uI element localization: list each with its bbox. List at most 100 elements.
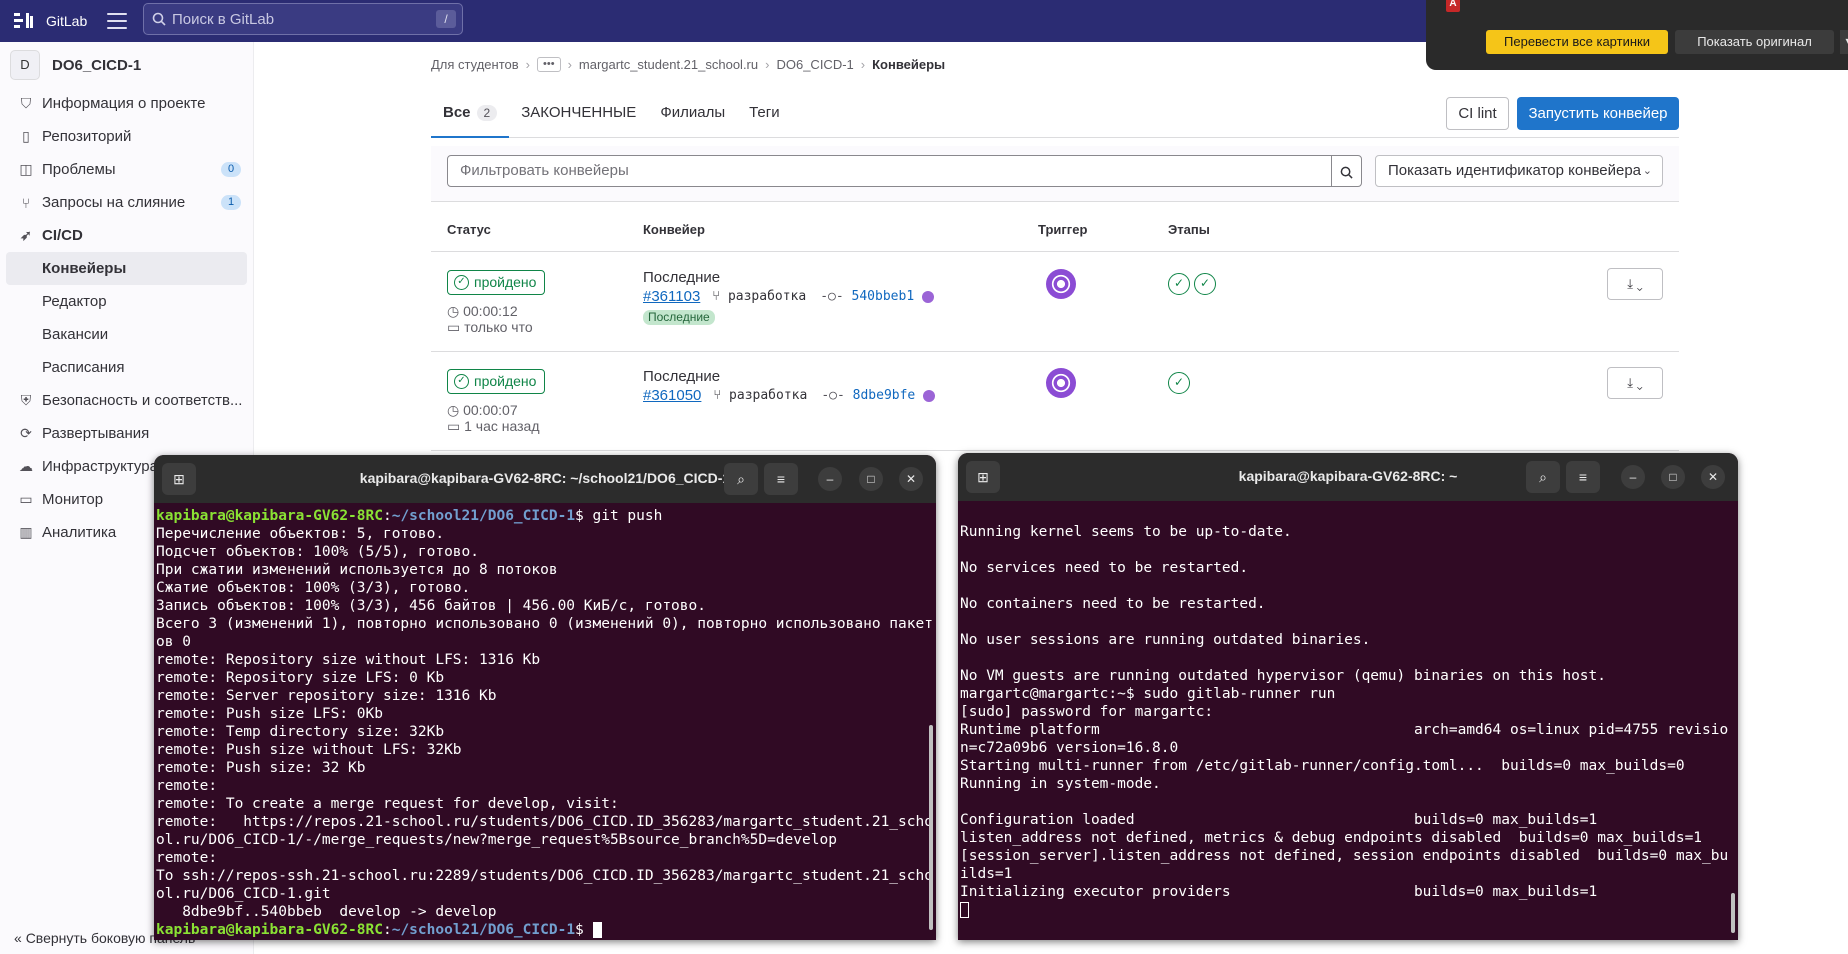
commit-sha[interactable]: -○- 8dbe9bfe (821, 388, 915, 403)
pipeline-duration: ◷ 00:00:12 (447, 303, 518, 319)
stage-passed-icon[interactable]: ✓ (1168, 273, 1190, 295)
breadcrumb-more-button[interactable]: ••• (537, 57, 561, 72)
menu-icon[interactable]: ≡ (1566, 461, 1600, 493)
terminal-window-right[interactable]: ⊞ kapibara@kapibara-GV62-8RC: ~ ⌕ ≡ – □ … (958, 453, 1738, 940)
sidebar-item-repository[interactable]: ▯ Репозиторий (0, 120, 253, 153)
project-header[interactable]: D DO6_CICD-1 (0, 43, 253, 87)
minimize-icon[interactable]: – (818, 467, 842, 491)
project-avatar: D (10, 50, 40, 80)
terminal-output-text: Перечисление объектов: 5, готово. Подсче… (156, 526, 933, 920)
terminal-titlebar[interactable]: ⊞ kapibara@kapibara-GV62-8RC: ~/school21… (154, 455, 936, 503)
pipeline-title[interactable]: Последние (643, 368, 720, 385)
tab-all[interactable]: Все 2 (431, 98, 510, 138)
merge-requests-count-badge: 1 (221, 195, 241, 210)
terminal-scrollbar[interactable] (929, 725, 933, 930)
sidebar-item-issues[interactable]: ◫ Проблемы 0 (0, 153, 253, 186)
latest-badge: Последние (643, 310, 715, 325)
status-badge[interactable]: ✓ пройдено (447, 369, 546, 394)
chevron-down-icon[interactable]: ▾ (1840, 30, 1848, 54)
breadcrumb-item[interactable]: Для студентов (431, 57, 519, 72)
terminal-cursor (592, 922, 602, 938)
pipeline-stages: ✓ ✓ (1168, 273, 1220, 295)
column-header-pipeline: Конвейер (643, 222, 705, 237)
clock-icon: ◷ (447, 402, 460, 418)
app-name: GitLab (46, 13, 88, 29)
menu-icon[interactable] (107, 13, 128, 29)
download-artifacts-button[interactable]: ⤓ ⌄ (1607, 268, 1663, 300)
infrastructure-icon: ☁ (19, 458, 33, 474)
pipeline-id-link[interactable]: #361103 (643, 288, 700, 305)
search-icon[interactable]: ⌕ (1526, 461, 1560, 493)
tab-finished[interactable]: ЗАКОНЧЕННЫЕ (509, 98, 648, 138)
terminal-titlebar[interactable]: ⊞ kapibara@kapibara-GV62-8RC: ~ ⌕ ≡ – □ … (958, 453, 1738, 501)
check-circle-icon: ✓ (454, 275, 469, 290)
menu-icon[interactable]: ≡ (764, 463, 798, 495)
branch-name[interactable]: ⑂ разработка (712, 289, 806, 304)
stage-passed-icon[interactable]: ✓ (1194, 273, 1216, 295)
check-circle-icon: ✓ (454, 374, 469, 389)
table-row: ✓ пройдено ◷ 00:00:07 ▭ 1 час назад После… (431, 352, 1679, 451)
shield-icon: ⛨ (20, 392, 32, 408)
sidebar-item-pipelines[interactable]: Конвейеры (6, 252, 247, 285)
breadcrumb-item[interactable]: DO6_CICD-1 (776, 57, 853, 72)
breadcrumb-item[interactable]: margartc_student.21_school.ru (579, 57, 758, 72)
sidebar-item-deployments[interactable]: ⟳ Развертывания (0, 417, 253, 450)
pipeline-id-dropdown[interactable]: Показать идентификатор конвейера ⌄ (1375, 155, 1663, 187)
chevrons-left-icon: « (14, 930, 22, 946)
trigger-avatar[interactable] (1046, 269, 1076, 299)
maximize-icon[interactable]: □ (1661, 465, 1685, 489)
terminal-scrollbar[interactable] (1731, 893, 1735, 933)
run-pipeline-button[interactable]: Запустить конвейер (1517, 97, 1679, 130)
trigger-avatar[interactable] (1046, 368, 1076, 398)
author-avatar[interactable] (923, 389, 936, 402)
sidebar-item-merge-requests[interactable]: ⑂ Запросы на слияние 1 (0, 186, 253, 219)
download-icon: ⤓ (1627, 375, 1633, 390)
terminal-output[interactable]: kapibara@kapibara-GV62-8RC:~/school21/DO… (154, 503, 936, 939)
sidebar-item-jobs[interactable]: Вакансии (0, 318, 253, 351)
ci-lint-button[interactable]: CI lint (1446, 97, 1509, 130)
branch-name[interactable]: ⑂ разработка (713, 388, 807, 403)
close-icon[interactable]: ✕ (1701, 465, 1725, 489)
breadcrumb: Для студентов › ••• › margartc_student.21_… (431, 57, 946, 72)
filter-pipelines-input[interactable]: Фильтровать конвейеры (447, 155, 1332, 187)
analytics-icon: ▥ (19, 524, 33, 540)
search-icon (152, 12, 166, 26)
commit-sha[interactable]: -○- 540bbeb1 (820, 289, 914, 304)
search-input[interactable]: Поиск в GitLab / (143, 3, 463, 35)
author-avatar[interactable] (922, 290, 935, 303)
pipeline-finished-time: ▭ только что (447, 319, 533, 335)
filter-search-button[interactable] (1331, 155, 1362, 187)
sidebar-item-project-info[interactable]: ⛉ Информация о проекте (0, 87, 253, 120)
pipeline-title[interactable]: Последние (643, 269, 720, 286)
pipeline-id-link[interactable]: #361050 (643, 387, 701, 404)
stage-passed-icon[interactable]: ✓ (1168, 372, 1190, 394)
branch-icon: ⑂ (712, 289, 721, 304)
chevron-down-icon: ⌄ (1636, 276, 1643, 291)
close-icon[interactable]: ✕ (899, 467, 923, 491)
show-original-button[interactable]: Показать оригинал (1675, 30, 1834, 54)
maximize-icon[interactable]: □ (859, 467, 883, 491)
translate-all-images-button[interactable]: Перевести все картинки (1486, 30, 1668, 54)
sidebar-item-cicd[interactable]: ➶ CI/CD (0, 219, 253, 252)
commit-icon: -○- (820, 289, 844, 304)
terminal-output[interactable]: Running kernel seems to be up-to-date. N… (958, 501, 1738, 919)
tab-tags[interactable]: Теги (737, 98, 792, 138)
breadcrumb-current[interactable]: Конвейеры (872, 57, 945, 72)
merge-request-icon: ⑂ (21, 194, 31, 211)
terminal-window-left[interactable]: ⊞ kapibara@kapibara-GV62-8RC: ~/school21… (154, 455, 936, 940)
status-badge[interactable]: ✓ пройдено (447, 270, 546, 295)
minimize-icon[interactable]: – (1621, 465, 1645, 489)
sidebar-item-schedules[interactable]: Расписания (0, 351, 253, 384)
project-name: DO6_CICD-1 (52, 56, 142, 74)
sidebar-item-security[interactable]: ⛨ Безопасность и соответств... (0, 384, 253, 417)
download-icon: ⤓ (1627, 276, 1633, 291)
sidebar-item-editor[interactable]: Редактор (0, 285, 253, 318)
search-icon (1340, 166, 1353, 179)
gitlab-logo[interactable]: GitLab (14, 11, 87, 31)
download-artifacts-button[interactable]: ⤓ ⌄ (1607, 367, 1663, 399)
gitlab-logo-icon (14, 13, 33, 28)
search-icon[interactable]: ⌕ (724, 463, 758, 495)
translator-badge-icon: A (1446, 0, 1460, 12)
tab-branches[interactable]: Филиалы (648, 98, 737, 138)
table-header: Статус Конвейер Триггер Этапы (431, 204, 1679, 252)
